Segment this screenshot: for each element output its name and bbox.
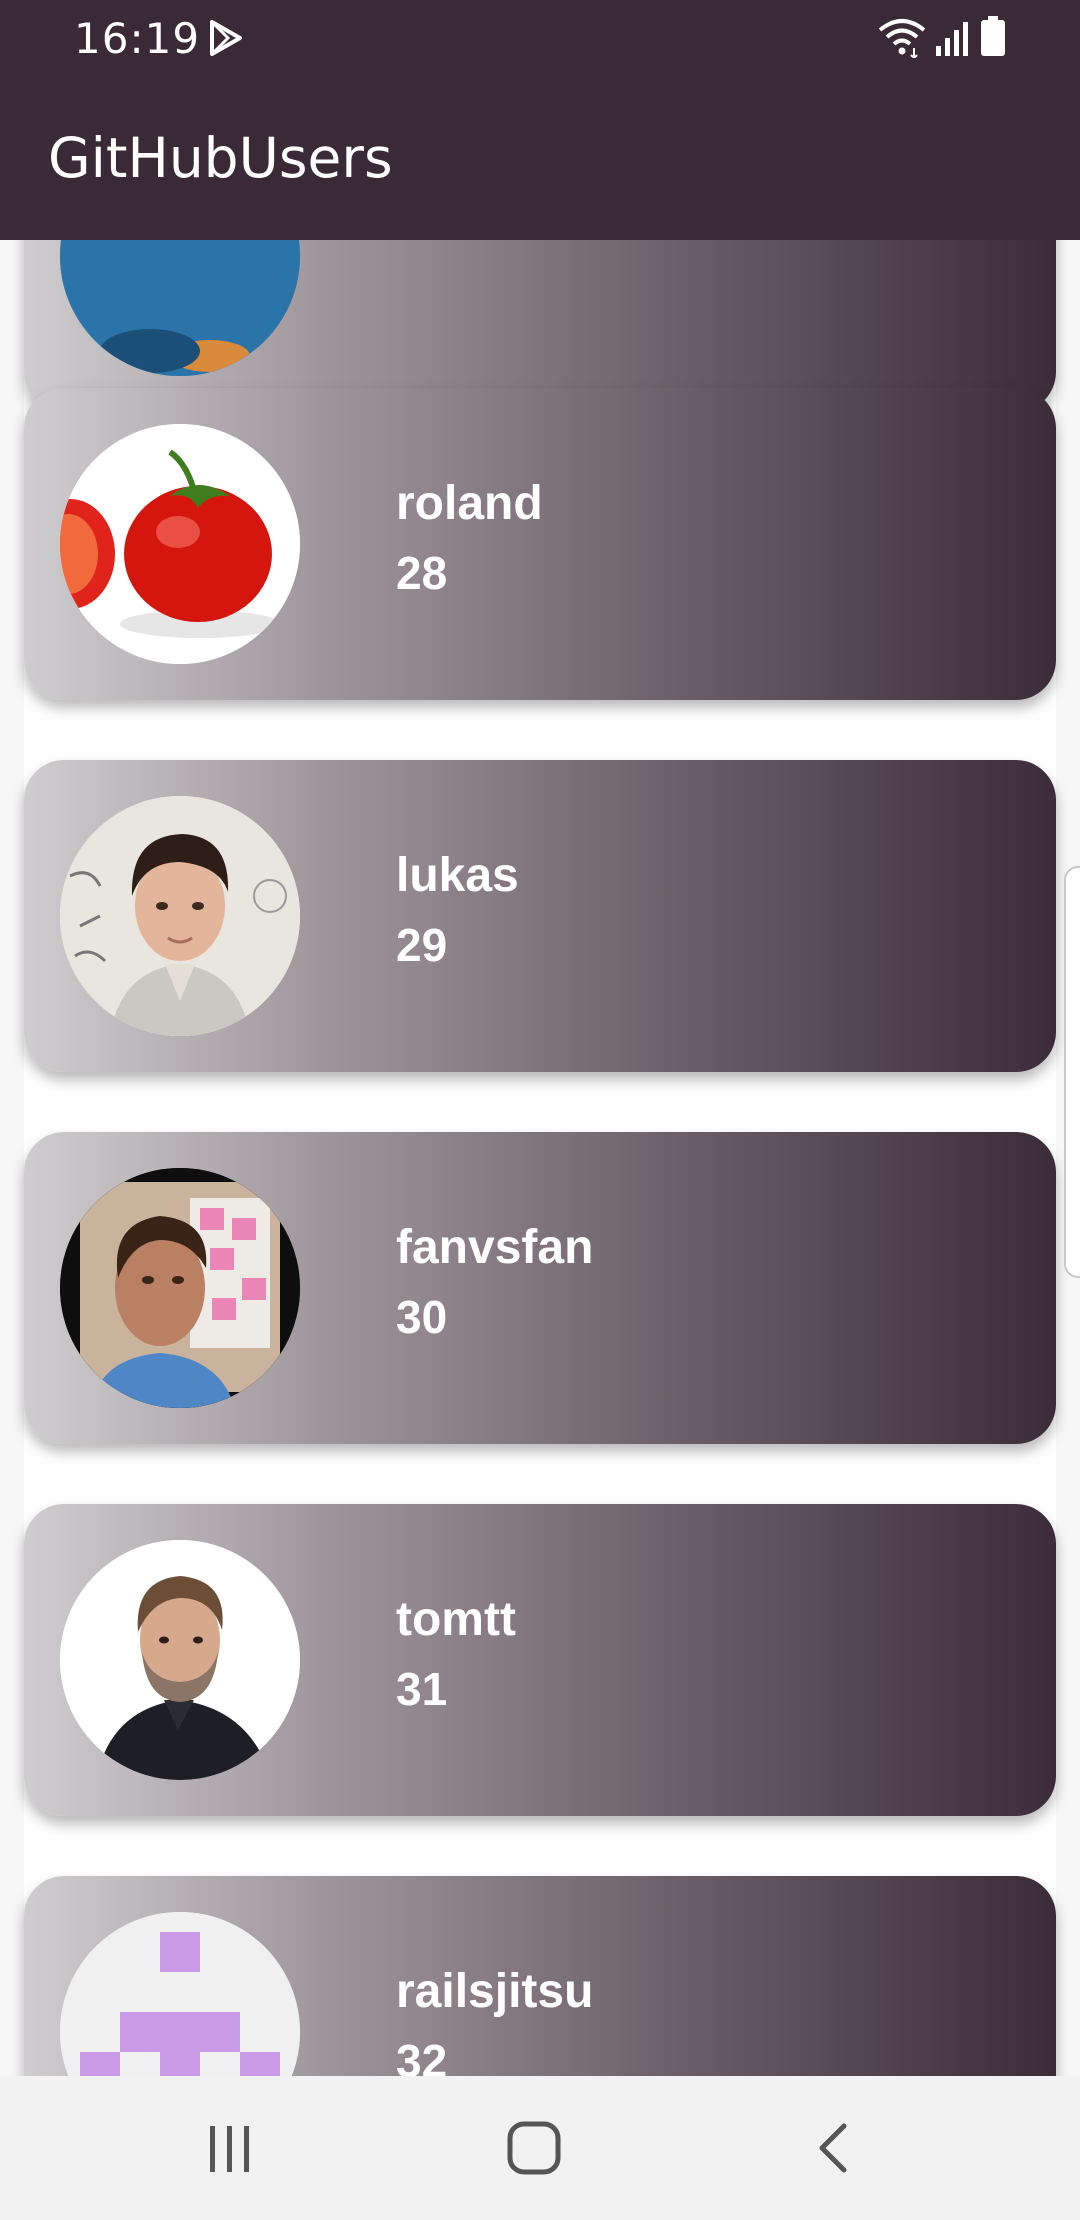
man-sticky-notes-avatar-image	[60, 1168, 300, 1408]
recents-icon[interactable]	[206, 2124, 254, 2174]
back-icon[interactable]	[814, 2122, 850, 2174]
user-avatar	[60, 1168, 300, 1408]
signal-icon	[936, 22, 968, 56]
user-id: 31	[396, 1663, 448, 1715]
user-login: roland	[396, 477, 543, 530]
user-card[interactable]: railsjitsu 32	[24, 1876, 1056, 2076]
user-login: tomtt	[396, 1593, 516, 1646]
identicon-avatar-image	[60, 1912, 300, 2076]
navigation-bar	[0, 2076, 1080, 2220]
user-login: railsjitsu	[396, 1965, 594, 2018]
app-bar: GitHubUsers	[0, 76, 1080, 240]
user-login: lukas	[396, 849, 519, 902]
user-avatar	[60, 796, 300, 1036]
user-id: 32	[396, 2035, 448, 2076]
user-id: 30	[396, 1291, 448, 1343]
user-card[interactable]: fanvsfan 30	[24, 1132, 1056, 1444]
bearded-man-avatar-image	[60, 1540, 300, 1780]
user-avatar	[60, 240, 300, 376]
user-card[interactable]: lukas 29	[24, 760, 1056, 1072]
scrollbar-thumb[interactable]	[1064, 866, 1080, 1278]
user-id: 28	[396, 547, 448, 599]
user-avatar	[60, 1540, 300, 1780]
user-id: 29	[396, 919, 448, 971]
partial-avatar-image	[60, 240, 300, 376]
status-bar: 16:19	[0, 0, 1080, 76]
app-title: GitHubUsers	[48, 126, 393, 190]
tomato-avatar-image	[60, 424, 300, 664]
user-avatar	[60, 1912, 300, 2076]
user-card[interactable]: roland 28	[24, 388, 1056, 700]
user-avatar	[60, 424, 300, 664]
wifi-icon	[878, 19, 926, 58]
user-login: fanvsfan	[396, 1221, 594, 1274]
user-list[interactable]: roland 28 lukas 29 fanvsfan 30 tomtt 31 …	[0, 240, 1080, 2076]
play-store-icon	[210, 20, 242, 56]
man-whiteboard-avatar-image	[60, 796, 300, 1036]
status-time: 16:19	[74, 14, 201, 63]
home-icon[interactable]	[506, 2120, 562, 2176]
battery-icon	[981, 16, 1005, 56]
user-card[interactable]	[24, 240, 1056, 412]
user-card[interactable]: tomtt 31	[24, 1504, 1056, 1816]
